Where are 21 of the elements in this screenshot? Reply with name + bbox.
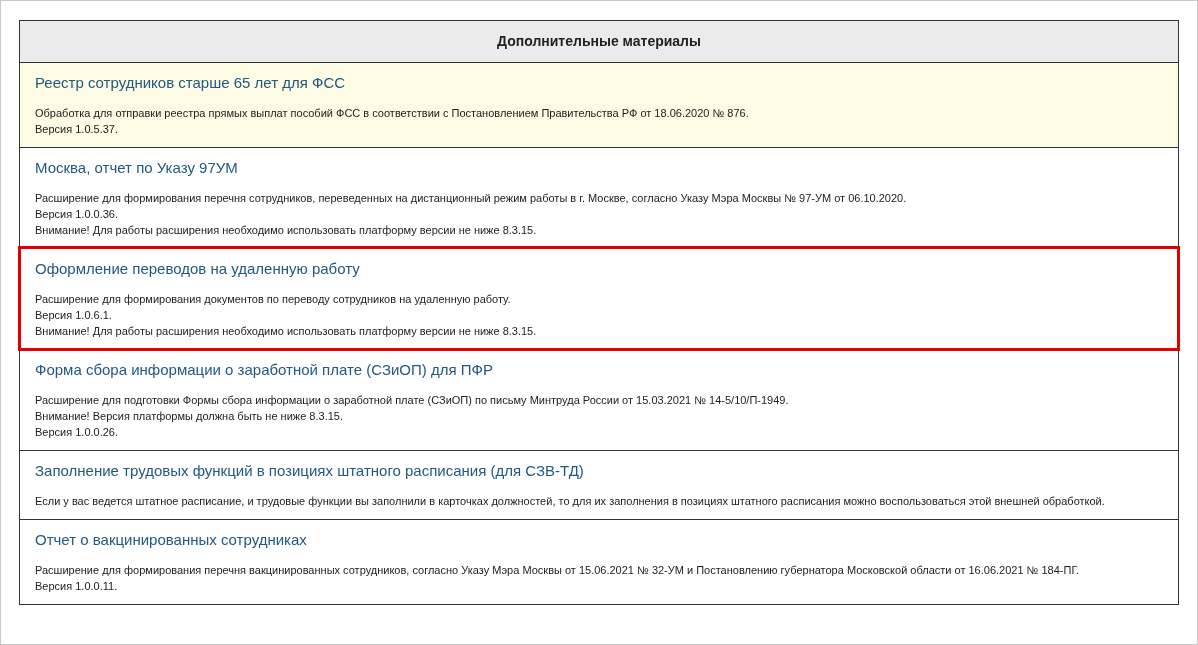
material-link[interactable]: Форма сбора информации о заработной плате (СЗиОП) для ПФР xyxy=(35,360,1163,380)
table-header: Дополнительные материалы xyxy=(20,21,1178,63)
material-description: Версия 1.0.0.26. xyxy=(35,425,120,440)
material-link[interactable]: Реестр сотрудников старше 65 лет для ФСС xyxy=(35,73,1163,93)
material-description: Внимание! Для работы расширения необходимо использовать платформу версии не ниже 8.3.15. xyxy=(35,324,538,339)
material-link[interactable]: Москва, отчет по Указу 97УМ xyxy=(35,158,1163,178)
material-description: Расширение для формирования перечня сотрудников, переведенных на дистанционный режим работы в г. Москве, согласно Указу Мэра Москвы № 97-УМ от 06.10.2020. xyxy=(35,191,908,206)
material-description: Версия 1.0.5.37. xyxy=(35,122,120,137)
material-description: Версия 1.0.0.11. xyxy=(35,579,119,594)
material-description: Внимание! Для работы расширения необходимо использовать платформу версии не ниже 8.3.15. xyxy=(35,223,538,238)
material-description: Обработка для отправки реестра прямых выплат пособий ФСС в соответствии с Постановлением Правительства РФ от 18.06.2020 № 876. xyxy=(35,106,750,121)
material-description: Версия 1.0.0.36. xyxy=(35,207,120,222)
material-description: Расширение для формирования перечня вакцинированных сотрудников, согласно Указу Мэра Москвы от 15.06.2021 № 32-УМ и Постановлению губернатора Московской области от 16.06.2021 № 184-ПГ. xyxy=(35,563,1081,578)
material-description: Расширение для подготовки Формы сбора информации о заработной плате (СЗиОП) по письму Минтруда России от 15.03.2021 № 14-5/10/П-1949. xyxy=(35,393,790,408)
material-description: Внимание! Версия платформы должна быть не ниже 8.3.15. xyxy=(35,409,344,424)
material-link[interactable]: Отчет о вакцинированных сотрудниках xyxy=(35,530,1163,550)
material-link[interactable]: Оформление переводов на удаленную работу xyxy=(35,259,1163,279)
material-description: Если у вас ведется штатное расписание, и трудовые функции вы заполнили в карточках должностей, то для их заполнения в позициях штатного расписания можно воспользоваться этой внешней обработкой. xyxy=(35,494,1106,509)
material-description: Расширение для формирования документов по переводу сотрудников на удаленную работу. xyxy=(35,292,512,307)
material-link[interactable]: Заполнение трудовых функций в позициях штатного расписания (для СЗВ-ТД) xyxy=(35,461,1163,481)
material-description: Версия 1.0.6.1. xyxy=(35,308,113,323)
